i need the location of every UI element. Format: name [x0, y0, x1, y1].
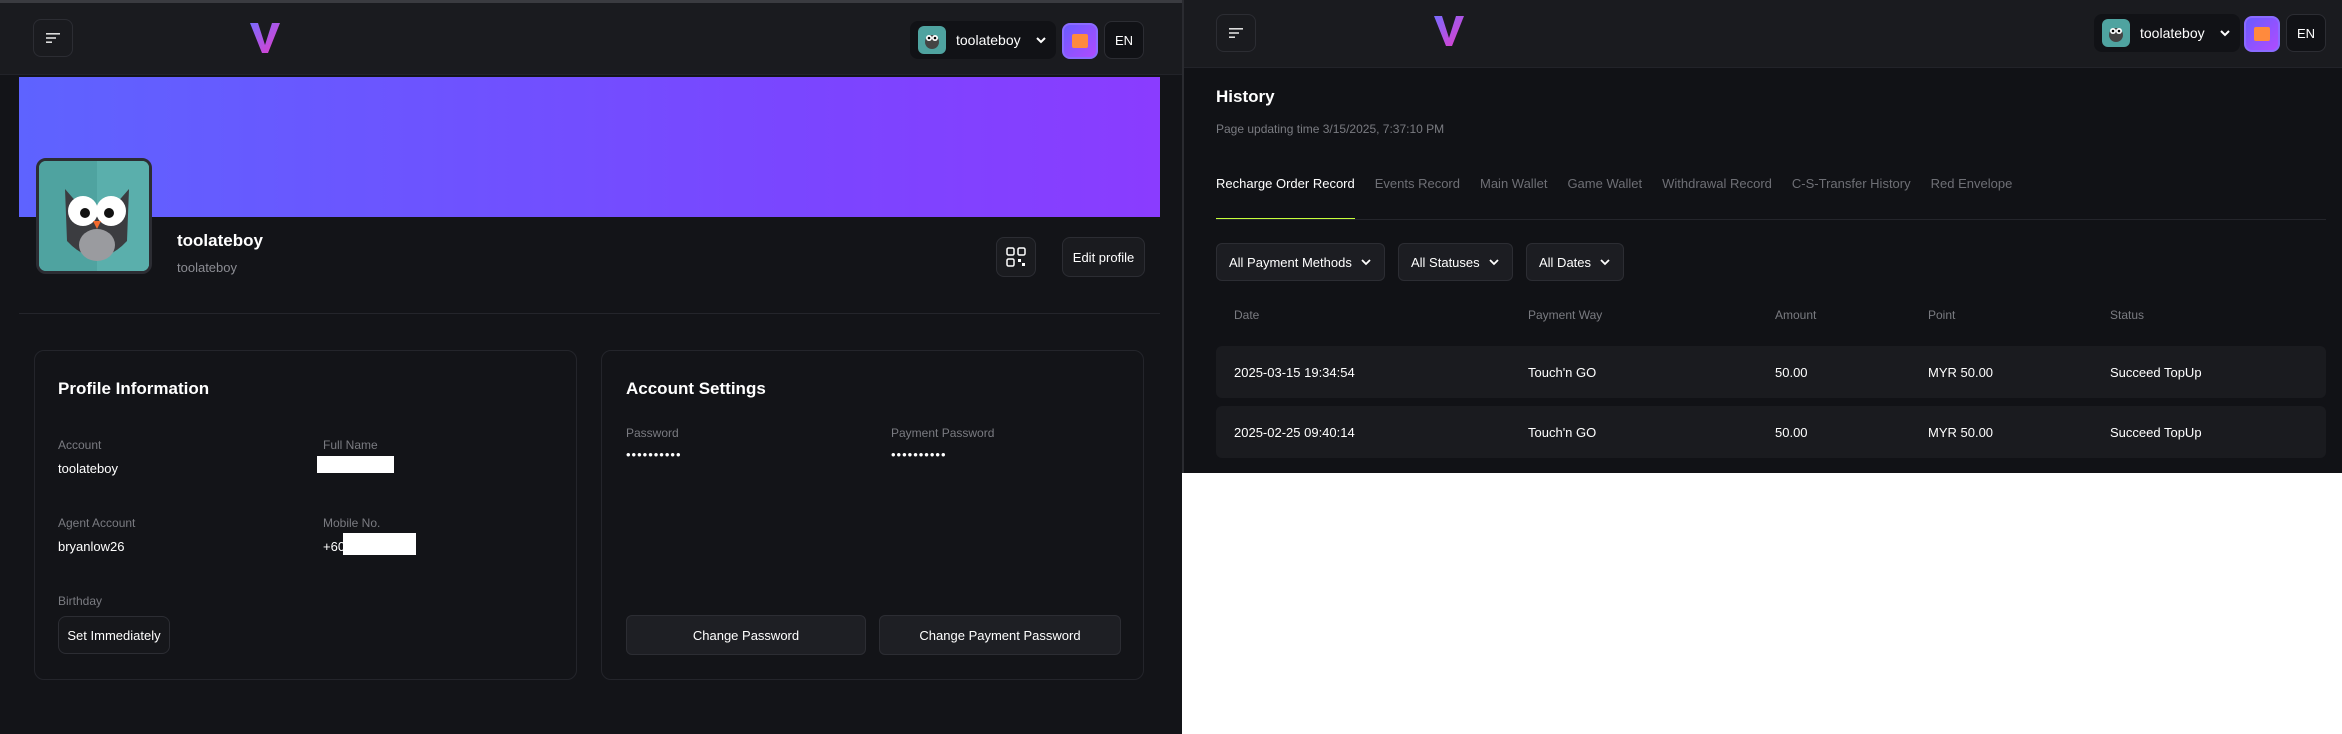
- chevron-down-icon: [1361, 259, 1371, 266]
- divider: [19, 313, 1160, 314]
- column-header-date: Date: [1234, 308, 1260, 322]
- filter-label: All Dates: [1539, 254, 1592, 270]
- fullname-value-redacted: [317, 456, 394, 473]
- profile-banner: [19, 77, 1160, 217]
- profile-window: toolateboy EN toolateboy toolateboy Edit…: [0, 0, 1182, 734]
- birthday-label: Birthday: [58, 594, 103, 608]
- gift-button[interactable]: [2244, 16, 2280, 52]
- agent-account-label: Agent Account: [58, 516, 136, 530]
- account-label: Account: [58, 438, 102, 452]
- cell-payment-way: Touch'n GO: [1528, 364, 1597, 380]
- menu-icon: [46, 33, 60, 43]
- owl-icon: [39, 161, 149, 271]
- avatar: [918, 26, 946, 54]
- chevron-down-icon: [2220, 30, 2230, 37]
- tab-events-record[interactable]: Events Record: [1375, 172, 1460, 220]
- owl-icon: [2109, 28, 2123, 42]
- tabs-divider: [1216, 219, 2326, 220]
- chevron-down-icon: [1600, 259, 1610, 266]
- cell-amount: 50.00: [1775, 424, 1808, 440]
- mobile-prefix: +60: [323, 539, 346, 554]
- profile-name: toolateboy: [177, 231, 263, 250]
- fullname-label: Full Name: [323, 438, 378, 452]
- password-label: Password: [626, 426, 679, 440]
- password-value: ••••••••••: [626, 447, 682, 462]
- top-navbar: toolateboy EN: [0, 3, 1182, 75]
- cell-amount: 50.00: [1775, 364, 1808, 380]
- gift-icon: [2254, 27, 2270, 41]
- cell-status: Succeed TopUp: [2110, 424, 2202, 440]
- cell-status: Succeed TopUp: [2110, 364, 2202, 380]
- column-header-amount: Amount: [1775, 308, 1817, 322]
- account-settings-card: Account Settings Password •••••••••• Pay…: [601, 350, 1144, 680]
- username-label: toolateboy: [956, 32, 1021, 48]
- language-button[interactable]: EN: [1104, 21, 1144, 59]
- edit-profile-button[interactable]: Edit profile: [1062, 237, 1145, 277]
- column-header-status: Status: [2110, 308, 2145, 322]
- brand-logo[interactable]: [1432, 14, 1466, 48]
- change-password-button[interactable]: Change Password: [626, 615, 866, 655]
- user-menu[interactable]: toolateboy: [910, 21, 1056, 59]
- tab-withdrawal-record[interactable]: Withdrawal Record: [1662, 172, 1772, 220]
- chevron-down-icon: [1489, 259, 1499, 266]
- mobile-value-redacted: [343, 533, 416, 555]
- tab-main-wallet[interactable]: Main Wallet: [1480, 172, 1547, 220]
- tab-cs-transfer-history[interactable]: C-S-Transfer History: [1792, 172, 1911, 220]
- gift-button[interactable]: [1062, 23, 1098, 59]
- table-row[interactable]: 2025-02-25 09:40:14 Touch'n GO 50.00 MYR…: [1216, 406, 2326, 458]
- status-filter[interactable]: All Statuses: [1398, 243, 1513, 281]
- qr-code-button[interactable]: [996, 237, 1036, 277]
- card-title: Profile Information: [58, 379, 210, 398]
- profile-username: toolateboy: [177, 260, 237, 275]
- username-label: toolateboy: [2140, 25, 2205, 41]
- table-header: Date Payment Way Amount Point Status: [1216, 300, 2326, 330]
- profile-avatar: [36, 158, 152, 274]
- date-filter[interactable]: All Dates: [1526, 243, 1625, 281]
- payment-password-value: ••••••••••: [891, 447, 947, 462]
- tab-red-envelope[interactable]: Red Envelope: [1931, 172, 2013, 220]
- cell-point: MYR 50.00: [1928, 364, 1994, 380]
- cell-date: 2025-02-25 09:40:14: [1234, 424, 1355, 440]
- menu-button[interactable]: [33, 19, 73, 57]
- qr-code-icon: [1006, 247, 1026, 267]
- column-header-payment-way: Payment Way: [1528, 308, 1603, 322]
- page-title: History: [1216, 87, 1275, 106]
- owl-icon: [925, 35, 939, 49]
- menu-button[interactable]: [1216, 14, 1256, 52]
- gift-icon: [1072, 34, 1088, 48]
- payment-password-label: Payment Password: [891, 426, 995, 440]
- cell-date: 2025-03-15 19:34:54: [1234, 364, 1355, 380]
- avatar: [2102, 19, 2130, 47]
- table-row[interactable]: 2025-03-15 19:34:54 Touch'n GO 50.00 MYR…: [1216, 346, 2326, 398]
- profile-information-card: Profile Information Account toolateboy F…: [34, 350, 577, 680]
- filter-label: All Payment Methods: [1229, 254, 1352, 270]
- history-tabs: Recharge Order Record Events Record Main…: [1216, 172, 2012, 220]
- agent-account-value: bryanlow26: [58, 539, 125, 554]
- tab-game-wallet[interactable]: Game Wallet: [1567, 172, 1642, 220]
- change-payment-password-button[interactable]: Change Payment Password: [879, 615, 1121, 655]
- user-menu[interactable]: toolateboy: [2094, 14, 2240, 52]
- account-value: toolateboy: [58, 461, 118, 476]
- card-title: Account Settings: [626, 379, 766, 398]
- cell-point: MYR 50.00: [1928, 424, 1994, 440]
- page-updating-time: Page updating time 3/15/2025, 7:37:10 PM: [1216, 122, 1445, 136]
- column-header-point: Point: [1928, 308, 1956, 322]
- payment-method-filter[interactable]: All Payment Methods: [1216, 243, 1385, 281]
- filter-label: All Statuses: [1411, 254, 1480, 270]
- menu-icon: [1229, 28, 1243, 38]
- brand-logo[interactable]: [248, 21, 282, 55]
- tab-recharge-order-record[interactable]: Recharge Order Record: [1216, 172, 1355, 220]
- cell-payment-way: Touch'n GO: [1528, 424, 1597, 440]
- history-window: toolateboy EN History Page updating time…: [1182, 0, 2342, 473]
- set-birthday-button[interactable]: Set Immediately: [58, 616, 170, 654]
- language-button[interactable]: EN: [2286, 14, 2326, 52]
- top-navbar: toolateboy EN: [1184, 0, 2342, 68]
- chevron-down-icon: [1036, 37, 1046, 44]
- mobile-label: Mobile No.: [323, 516, 381, 530]
